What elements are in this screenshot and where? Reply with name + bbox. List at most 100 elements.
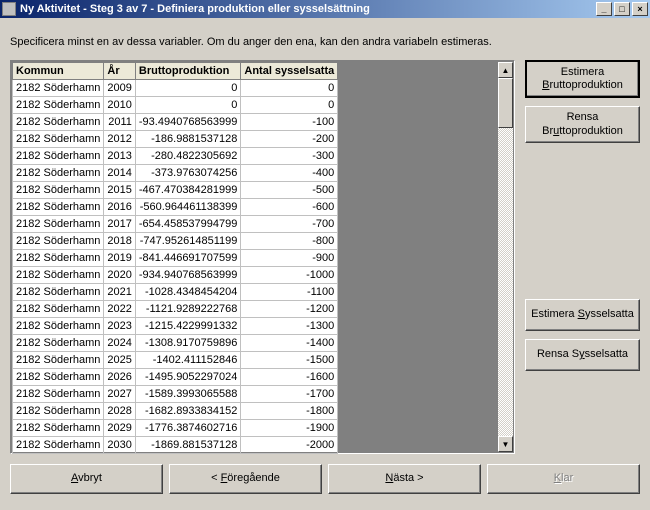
- cell-kommun[interactable]: 2182 Söderhamn: [13, 267, 104, 284]
- table-row[interactable]: 2182 Söderhamn2026-1495.9052297024-1600: [13, 369, 338, 386]
- cell-ar[interactable]: 2028: [104, 403, 135, 420]
- cell-antal[interactable]: -700: [241, 216, 338, 233]
- cell-antal[interactable]: -200: [241, 131, 338, 148]
- cell-ar[interactable]: 2017: [104, 216, 135, 233]
- cell-ar[interactable]: 2018: [104, 233, 135, 250]
- table-row[interactable]: 2182 Söderhamn2028-1682.8933834152-1800: [13, 403, 338, 420]
- cell-antal[interactable]: -1700: [241, 386, 338, 403]
- cell-kommun[interactable]: 2182 Söderhamn: [13, 199, 104, 216]
- cell-kommun[interactable]: 2182 Söderhamn: [13, 233, 104, 250]
- cell-brutto[interactable]: -1028.4348454204: [135, 284, 240, 301]
- cell-brutto[interactable]: 0: [135, 80, 240, 97]
- col-kommun[interactable]: Kommun: [13, 63, 104, 80]
- cell-antal[interactable]: -1900: [241, 420, 338, 437]
- cell-ar[interactable]: 2025: [104, 352, 135, 369]
- table-row[interactable]: 2182 Söderhamn2025-1402.411152846-1500: [13, 352, 338, 369]
- cell-antal[interactable]: -100: [241, 114, 338, 131]
- cell-antal[interactable]: -1500: [241, 352, 338, 369]
- cell-brutto[interactable]: -93.4940768563999: [135, 114, 240, 131]
- cell-kommun[interactable]: 2182 Söderhamn: [13, 148, 104, 165]
- cell-ar[interactable]: 2016: [104, 199, 135, 216]
- table-row[interactable]: 2182 Söderhamn2024-1308.9170759896-1400: [13, 335, 338, 352]
- cell-brutto[interactable]: -1589.3993065588: [135, 386, 240, 403]
- cell-ar[interactable]: 2012: [104, 131, 135, 148]
- cell-brutto[interactable]: 0: [135, 97, 240, 114]
- cell-antal[interactable]: -500: [241, 182, 338, 199]
- cell-kommun[interactable]: 2182 Söderhamn: [13, 284, 104, 301]
- cell-kommun[interactable]: 2182 Söderhamn: [13, 318, 104, 335]
- cell-kommun[interactable]: 2182 Söderhamn: [13, 301, 104, 318]
- cell-kommun[interactable]: 2182 Söderhamn: [13, 114, 104, 131]
- cell-brutto[interactable]: -373.9763074256: [135, 165, 240, 182]
- cell-antal[interactable]: -1000: [241, 267, 338, 284]
- cell-antal[interactable]: -1200: [241, 301, 338, 318]
- cell-ar[interactable]: 2023: [104, 318, 135, 335]
- table-row[interactable]: 2182 Söderhamn2012-186.9881537128-200: [13, 131, 338, 148]
- table-row[interactable]: 2182 Söderhamn2017-654.458537994799-700: [13, 216, 338, 233]
- cell-antal[interactable]: -1100: [241, 284, 338, 301]
- rensa-syss-button[interactable]: Rensa Sysselsatta: [525, 339, 640, 371]
- cell-kommun[interactable]: 2182 Söderhamn: [13, 165, 104, 182]
- cell-kommun[interactable]: 2182 Söderhamn: [13, 80, 104, 97]
- scroll-down-icon[interactable]: ▼: [498, 436, 513, 452]
- cell-ar[interactable]: 2019: [104, 250, 135, 267]
- cell-antal[interactable]: 0: [241, 80, 338, 97]
- estimate-syss-button[interactable]: Estimera Sysselsatta: [525, 299, 640, 331]
- cell-antal[interactable]: -1800: [241, 403, 338, 420]
- table-row[interactable]: 2182 Söderhamn201000: [13, 97, 338, 114]
- cell-brutto[interactable]: -1308.9170759896: [135, 335, 240, 352]
- table-row[interactable]: 2182 Söderhamn2015-467.470384281999-500: [13, 182, 338, 199]
- cell-kommun[interactable]: 2182 Söderhamn: [13, 216, 104, 233]
- cell-brutto[interactable]: -1215.4229991332: [135, 318, 240, 335]
- cell-ar[interactable]: 2020: [104, 267, 135, 284]
- cell-ar[interactable]: 2026: [104, 369, 135, 386]
- cell-brutto[interactable]: -186.9881537128: [135, 131, 240, 148]
- estimate-brutto-button[interactable]: Estimera Bruttoproduktion: [525, 60, 640, 98]
- col-brutto[interactable]: Bruttoproduktion: [135, 63, 240, 80]
- cell-kommun[interactable]: 2182 Söderhamn: [13, 369, 104, 386]
- cell-kommun[interactable]: 2182 Söderhamn: [13, 437, 104, 454]
- cell-brutto[interactable]: -1495.9052297024: [135, 369, 240, 386]
- cell-kommun[interactable]: 2182 Söderhamn: [13, 131, 104, 148]
- cell-ar[interactable]: 2027: [104, 386, 135, 403]
- table-row[interactable]: 2182 Söderhamn2018-747.952614851199-800: [13, 233, 338, 250]
- table-row[interactable]: 2182 Söderhamn2023-1215.4229991332-1300: [13, 318, 338, 335]
- cell-brutto[interactable]: -934.940768563999: [135, 267, 240, 284]
- col-antal[interactable]: Antal sysselsatta: [241, 63, 338, 80]
- table-row[interactable]: 2182 Söderhamn2016-560.964461138399-600: [13, 199, 338, 216]
- scroll-thumb[interactable]: [498, 78, 513, 128]
- cell-ar[interactable]: 2022: [104, 301, 135, 318]
- table-row[interactable]: 2182 Söderhamn2013-280.4822305692-300: [13, 148, 338, 165]
- cell-antal[interactable]: 0: [241, 97, 338, 114]
- vertical-scrollbar[interactable]: ▲ ▼: [497, 62, 513, 452]
- cell-kommun[interactable]: 2182 Söderhamn: [13, 352, 104, 369]
- cell-ar[interactable]: 2015: [104, 182, 135, 199]
- scroll-track[interactable]: [498, 78, 513, 436]
- cell-brutto[interactable]: -280.4822305692: [135, 148, 240, 165]
- col-ar[interactable]: År: [104, 63, 135, 80]
- table-row[interactable]: 2182 Söderhamn200900: [13, 80, 338, 97]
- cell-brutto[interactable]: -1776.3874602716: [135, 420, 240, 437]
- table-row[interactable]: 2182 Söderhamn2029-1776.3874602716-1900: [13, 420, 338, 437]
- cell-antal[interactable]: -2000: [241, 437, 338, 454]
- table-row[interactable]: 2182 Söderhamn2027-1589.3993065588-1700: [13, 386, 338, 403]
- cell-ar[interactable]: 2011: [104, 114, 135, 131]
- cell-kommun[interactable]: 2182 Söderhamn: [13, 97, 104, 114]
- cell-antal[interactable]: -1300: [241, 318, 338, 335]
- minimize-button[interactable]: _: [596, 2, 612, 16]
- cell-ar[interactable]: 2024: [104, 335, 135, 352]
- cell-ar[interactable]: 2014: [104, 165, 135, 182]
- cell-brutto[interactable]: -1121.9289222768: [135, 301, 240, 318]
- cell-kommun[interactable]: 2182 Söderhamn: [13, 182, 104, 199]
- cell-antal[interactable]: -1600: [241, 369, 338, 386]
- cell-brutto[interactable]: -841.446691707599: [135, 250, 240, 267]
- maximize-button[interactable]: □: [614, 2, 630, 16]
- cell-ar[interactable]: 2009: [104, 80, 135, 97]
- scroll-up-icon[interactable]: ▲: [498, 62, 513, 78]
- table-row[interactable]: 2182 Söderhamn2021-1028.4348454204-1100: [13, 284, 338, 301]
- cell-brutto[interactable]: -747.952614851199: [135, 233, 240, 250]
- cell-brutto[interactable]: -560.964461138399: [135, 199, 240, 216]
- cell-brutto[interactable]: -654.458537994799: [135, 216, 240, 233]
- close-button[interactable]: ×: [632, 2, 648, 16]
- cell-kommun[interactable]: 2182 Söderhamn: [13, 420, 104, 437]
